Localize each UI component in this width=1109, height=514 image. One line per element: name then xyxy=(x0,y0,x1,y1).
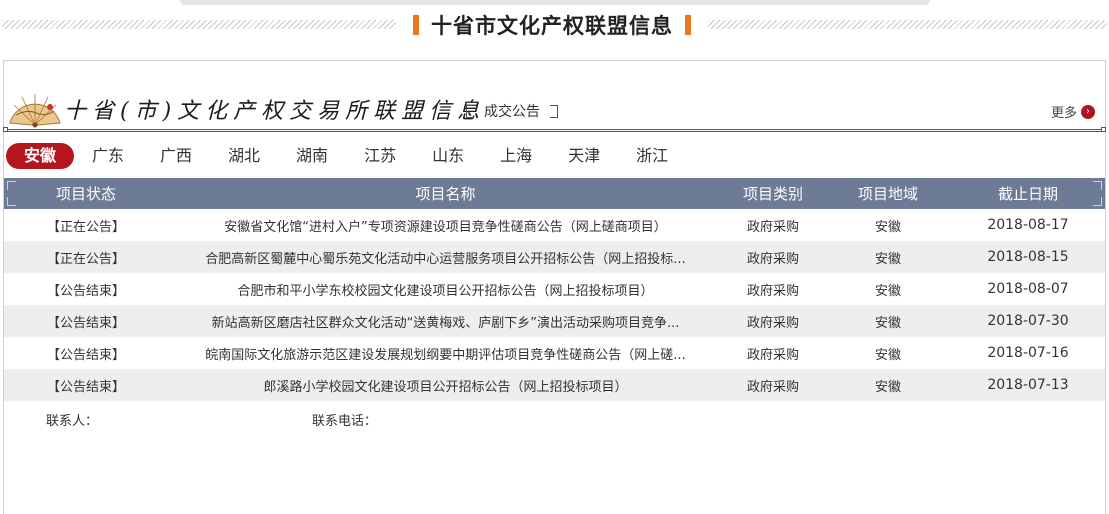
cell-deadline: 2018-08-07 xyxy=(987,281,1069,297)
contact-phone-label: 联系电话： xyxy=(312,414,378,429)
table-row[interactable]: 【公告结束】 新站高新区磨店社区群众文化活动“送黄梅戏、庐剧下乡”演出活动采购项… xyxy=(4,305,1105,337)
deal-announcement-label: 成交公告 xyxy=(484,104,540,120)
cell-region: 安徽 xyxy=(874,251,901,267)
corner-ornament xyxy=(7,197,16,206)
cell-project-name[interactable]: 合肥市和平小学东校校园文化建设项目公开招标公告（网上招投标项目） xyxy=(168,280,723,299)
cell-category: 政府采购 xyxy=(746,347,799,363)
contact-person-label: 联系人： xyxy=(46,414,99,429)
corner-ornament xyxy=(1093,181,1102,190)
cell-status: 【公告结束】 xyxy=(46,315,125,331)
cell-status: 【公告结束】 xyxy=(46,379,125,395)
divider-cap-right xyxy=(1101,127,1106,132)
province-tabs: 安徽 广东 广西 湖北 湖南 江苏 山东 上海 天津 浙江 xyxy=(4,143,668,169)
bracket-right-icon xyxy=(550,104,558,118)
header-category: 项目类别 xyxy=(742,185,803,203)
hatch-decoration-right xyxy=(708,20,1107,29)
corner-ornament xyxy=(1093,197,1102,206)
tab-hubei[interactable]: 湖北 xyxy=(228,143,260,169)
divider-cap-left xyxy=(3,127,8,132)
cell-project-name[interactable]: 新站高新区磨店社区群众文化活动“送黄梅戏、庐剧下乡”演出活动采购项目竞争... xyxy=(168,312,723,331)
cell-category: 政府采购 xyxy=(746,283,799,299)
table-row[interactable]: 【公告结束】 皖南国际文化旅游示范区建设发展规划纲要中期评估项目竞争性磋商公告（… xyxy=(4,337,1105,369)
header-name: 项目名称 xyxy=(415,185,476,203)
deal-announcement-link[interactable]: 成交公告 xyxy=(466,101,558,121)
cell-region: 安徽 xyxy=(874,283,901,299)
cell-region: 安徽 xyxy=(874,379,901,395)
calligraphy-title: 十省(市)文化产权交易所联盟信息 xyxy=(64,99,486,124)
bracket-left-icon xyxy=(466,104,474,118)
cell-project-name[interactable]: 安徽省文化馆“进村入户”专项资源建设项目竞争性磋商公告（网上磋商项目） xyxy=(168,216,723,235)
header-region: 项目地域 xyxy=(857,185,918,203)
tab-shanghai[interactable]: 上海 xyxy=(500,143,532,169)
title-bar-left xyxy=(413,15,419,35)
cell-project-name[interactable]: 皖南国际文化旅游示范区建设发展规划纲要中期评估项目竞争性磋商公告（网上磋... xyxy=(168,344,723,363)
banner-divider xyxy=(3,127,1106,132)
table-row[interactable]: 【正在公告】 安徽省文化馆“进村入户”专项资源建设项目竞争性磋商公告（网上磋商项… xyxy=(4,209,1105,241)
more-label: 更多 xyxy=(1050,106,1077,121)
hatch-decoration-left xyxy=(2,20,396,29)
top-strip xyxy=(180,0,930,5)
cell-category: 政府采购 xyxy=(746,379,799,395)
table-row[interactable]: 【正在公告】 合肥高新区蜀麓中心蜀乐苑文化活动中心运营服务项目公开招标公告（网上… xyxy=(4,241,1105,273)
section-header: 十省市文化产权联盟信息 xyxy=(396,6,708,44)
cell-deadline: 2018-08-17 xyxy=(987,217,1069,233)
header-deadline: 截止日期 xyxy=(997,185,1058,203)
table-row[interactable]: 【公告结束】 合肥市和平小学东校校园文化建设项目公开招标公告（网上招投标项目） … xyxy=(4,273,1105,305)
panel-banner: 十省(市)文化产权交易所联盟信息 成交公告 更多 › xyxy=(3,61,1106,133)
tab-jiangsu[interactable]: 江苏 xyxy=(364,143,396,169)
cell-region: 安徽 xyxy=(874,219,901,235)
tab-guangdong[interactable]: 广东 xyxy=(92,143,124,169)
cell-category: 政府采购 xyxy=(746,219,799,235)
title-bar-right xyxy=(685,15,691,35)
corner-ornament xyxy=(7,181,16,190)
table-header: 项目状态 项目名称 项目类别 项目地域 截止日期 xyxy=(4,178,1105,209)
cell-category: 政府采购 xyxy=(746,315,799,331)
tab-zhejiang[interactable]: 浙江 xyxy=(636,143,668,169)
cell-project-name[interactable]: 合肥高新区蜀麓中心蜀乐苑文化活动中心运营服务项目公开招标公告（网上招投标... xyxy=(168,248,723,267)
table-row[interactable]: 【公告结束】 郎溪路小学校园文化建设项目公开招标公告（网上招投标项目） 政府采购… xyxy=(4,369,1105,401)
project-table: 项目状态 项目名称 项目类别 项目地域 截止日期 【正在公告】 安徽省文化馆“进… xyxy=(4,178,1105,401)
cell-region: 安徽 xyxy=(874,347,901,363)
cell-region: 安徽 xyxy=(874,315,901,331)
cell-project-name[interactable]: 郎溪路小学校园文化建设项目公开招标公告（网上招投标项目） xyxy=(168,376,723,395)
header-status: 项目状态 xyxy=(55,185,116,203)
more-link[interactable]: 更多 › xyxy=(1051,102,1095,121)
fan-logo-icon xyxy=(9,94,61,128)
cell-status: 【正在公告】 xyxy=(46,251,125,267)
alliance-panel: 十省(市)文化产权交易所联盟信息 成交公告 更多 › 安徽 广东 广西 湖北 湖… xyxy=(3,60,1106,514)
tab-guangxi[interactable]: 广西 xyxy=(160,143,192,169)
cell-deadline: 2018-08-15 xyxy=(987,249,1069,265)
section-title: 十省市文化产权联盟信息 xyxy=(431,14,673,38)
tab-hunan[interactable]: 湖南 xyxy=(296,143,328,169)
cell-deadline: 2018-07-13 xyxy=(987,377,1069,393)
tab-anhui[interactable]: 安徽 xyxy=(6,143,74,169)
cell-status: 【公告结束】 xyxy=(46,347,125,363)
tab-shandong[interactable]: 山东 xyxy=(432,143,464,169)
cell-status: 【正在公告】 xyxy=(46,219,125,235)
cell-deadline: 2018-07-30 xyxy=(987,313,1069,329)
cell-category: 政府采购 xyxy=(746,251,799,267)
cell-status: 【公告结束】 xyxy=(46,283,125,299)
tab-tianjin[interactable]: 天津 xyxy=(568,143,600,169)
cell-deadline: 2018-07-16 xyxy=(987,345,1069,361)
chevron-right-icon: › xyxy=(1081,104,1095,119)
